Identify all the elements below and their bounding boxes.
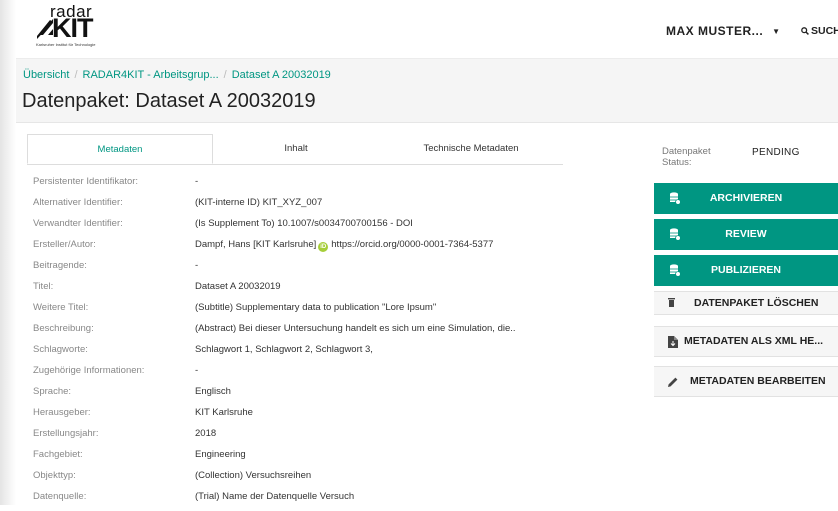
tab-bar: Metadaten Inhalt Technische Metadaten [27,134,563,165]
logo-kit-text: KIT [52,13,93,43]
metadata-row: Verwandter Identifier: (Is Supplement To)… [33,217,593,238]
tab-technische-metadaten[interactable]: Technische Metadaten [379,134,563,164]
metadata-value: Englisch [195,386,231,397]
breadcrumb-item-overview[interactable]: Übersicht [23,69,69,81]
status-label: Datenpaket Status: [662,146,711,168]
xml-button-label: METADATEN ALS XML HE... [684,335,824,347]
metadata-label: Zugehörige Informationen: [33,365,145,376]
metadata-label: Persistenter Identifikator: [33,176,139,187]
metadata-row: Schlagworte: Schlagwort 1, Schlagwort 2, … [33,343,593,364]
user-name: MAX MUSTER... [666,24,764,38]
left-edge-shadow [0,0,16,505]
metadata-label: Titel: [33,281,54,292]
delete-datapackage-button[interactable]: DATENPAKET LÖSCHEN [654,291,838,315]
metadata-row: Persistenter Identifikator: - [33,175,593,196]
metadata-value: (Abstract) Bei dieser Untersuchung hande… [195,323,516,334]
metadata-row: Alternativer Identifier: (KIT-interne ID)… [33,196,593,217]
edit-metadata-button[interactable]: METADATEN BEARBEITEN [654,366,838,397]
edit-button-label: METADATEN BEARBEITEN [690,375,826,387]
author-name: Dampf, Hans [KIT Karlsruhe] [195,239,317,250]
orcid-link[interactable]: https://orcid.org/0000-0001-7364-5377 [331,239,493,250]
metadata-label: Erstellungsjahr: [33,428,99,439]
logo-tagline: Karlsruher Institut für Technologie [36,42,96,47]
breadcrumb-separator: / [223,69,227,81]
metadata-row: Objekttyp: (Collection) Versuchsreihen [33,469,593,490]
metadata-value: (Trial) Name der Datenquelle Versuch [195,491,355,502]
file-download-icon [668,336,678,348]
archive-button[interactable]: ARCHIVIEREN [654,183,838,214]
metadata-label: Schlagworte: [33,344,88,355]
metadata-label: Sprache: [33,386,72,397]
breadcrumb-item-dataset[interactable]: Dataset A 20032019 [232,69,331,81]
search-icon [801,27,809,35]
metadata-row: Beitragende: - [33,259,593,280]
radar-kit-logo[interactable]: radar KIT Karlsruher Institut für Techno… [32,2,112,50]
metadata-value: (KIT-interne ID) KIT_XYZ_007 [195,197,323,208]
breadcrumb-item-workspace[interactable]: RADAR4KIT - Arbeitsgrup... [83,69,219,81]
pencil-icon [668,377,678,387]
metadata-value: - [195,260,199,271]
review-button[interactable]: REVIEW [654,219,838,250]
metadata-value: Engineering [195,449,246,460]
orcid-icon: iD [318,242,329,252]
metadata-label: Alternativer Identifier: [33,197,123,208]
metadata-label: Beitragende: [33,260,87,271]
metadata-row: Zugehörige Informationen: - [33,364,593,385]
metadata-row: Herausgeber: KIT Karlsruhe [33,406,593,427]
metadata-value: - [195,176,199,187]
archive-button-label: ARCHIVIEREN [709,192,783,204]
metadata-label: Fachgebiet: [33,449,83,460]
metadata-value: KIT Karlsruhe [195,407,253,418]
metadata-label: Weitere Titel: [33,302,89,313]
metadata-row: Weitere Titel: (Subtitle) Supplementary d… [33,301,593,322]
metadata-xml-download-button[interactable]: METADATEN ALS XML HE... [654,326,838,357]
metadata-label: Herausgeber: [33,407,91,418]
metadata-value: - [195,365,199,376]
page-title: Datenpaket: Dataset A 20032019 [22,90,316,112]
metadata-row: Erstellungsjahr: 2018 [33,427,593,448]
review-button-label: REVIEW [725,228,767,240]
search-label: SUCHE [811,25,838,37]
metadata-row: Titel: Dataset A 20032019 [33,280,593,301]
metadata-value-author: Dampf, Hans [KIT Karlsruhe] iD https://orc… [195,238,493,252]
metadata-row: Beschreibung: (Abstract) Bei dieser Unter… [33,322,593,343]
user-menu-dropdown[interactable]: MAX MUSTER... ▼ [666,24,781,38]
metadata-value: Dataset A 20032019 [195,281,281,292]
metadata-value: (Is Supplement To) 10.1007/s003470070015… [195,218,413,229]
metadata-value: 2018 [195,428,217,439]
trash-icon [668,298,675,307]
tab-metadaten[interactable]: Metadaten [27,134,213,164]
breadcrumb-separator: / [74,69,78,81]
metadata-value: (Collection) Versuchsreihen [195,470,312,481]
publish-button-label: PUBLIZIEREN [710,264,781,276]
metadata-row: Fachgebiet: Engineering [33,448,593,469]
metadata-row: Datenquelle: (Trial) Name der Datenquelle… [33,490,593,511]
metadata-row: Sprache: Englisch [33,385,593,406]
metadata-label: Beschreibung: [33,323,94,334]
metadata-row: Ersteller/Autor: Dampf, Hans [KIT Karlsru… [33,238,593,259]
page-header: Übersicht / RADAR4KIT - Arbeitsgrup... / Dat… [16,58,838,123]
metadata-label: Datenquelle: [33,491,87,502]
status-badge: PENDING [752,147,800,158]
tab-inhalt[interactable]: Inhalt [213,134,379,164]
metadata-value: Schlagwort 1, Schlagwort 2, Schlagwort 3… [195,344,373,355]
search-link[interactable]: SUCHE [801,25,838,37]
publish-button[interactable]: PUBLIZIEREN [654,255,838,286]
metadata-label: Objekttyp: [33,470,76,481]
top-navbar: radar KIT Karlsruher Institut für Techno… [16,0,838,58]
metadata-label: Verwandter Identifier: [33,218,123,229]
metadata-value: (Subtitle) Supplementary data to publica… [195,302,437,313]
caret-down-icon: ▼ [772,27,781,36]
breadcrumb: Übersicht / RADAR4KIT - Arbeitsgrup... / Dat… [23,69,331,81]
kit-arrow-icon [37,19,53,39]
delete-button-label: DATENPAKET LÖSCHEN [694,297,819,309]
metadata-label: Ersteller/Autor: [33,239,96,250]
